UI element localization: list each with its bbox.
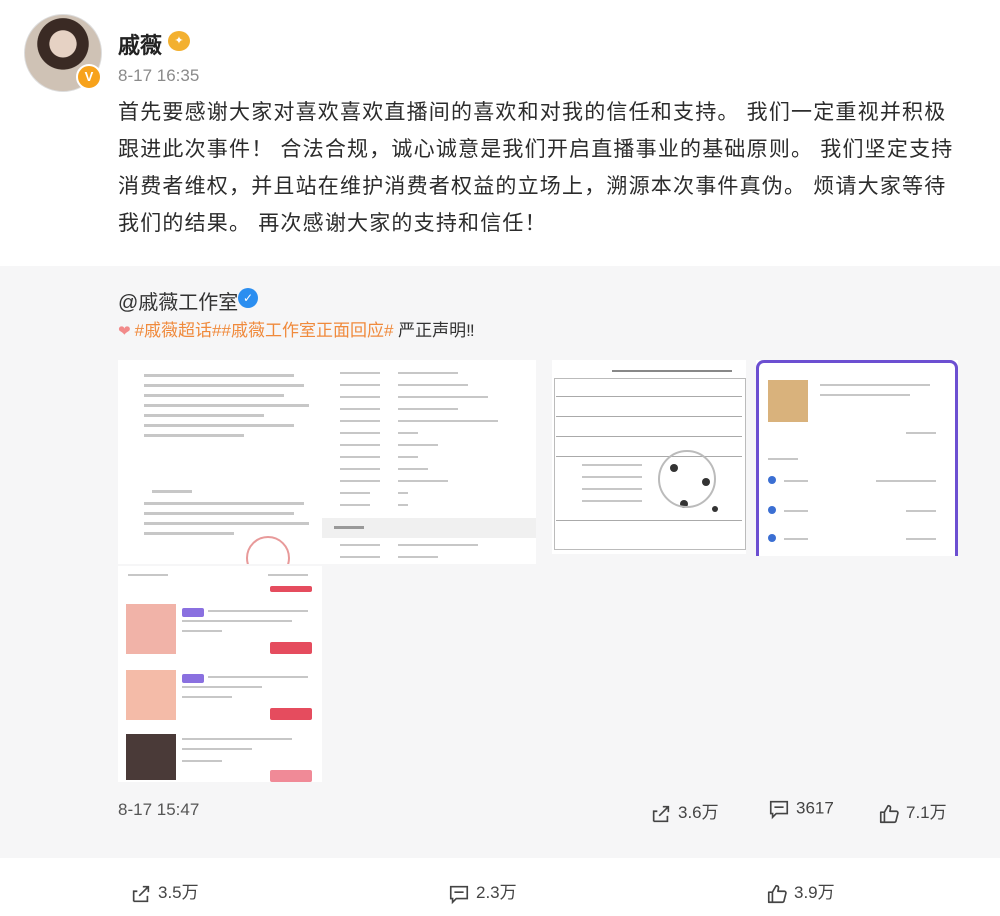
repost-time[interactable]: 8-17 15:47 [118,800,199,820]
share-icon [130,883,152,905]
repost-image-2[interactable] [322,360,536,564]
share-count: 3.5万 [158,883,199,902]
repost-text: ❤ #戚薇超话##戚薇工作室正面回应# 严正声明‼ [118,316,475,341]
repost-image-3[interactable] [552,360,746,554]
verified-icon: ✓ [238,288,258,308]
verified-badge-icon: V [76,64,102,90]
repost-card[interactable]: @戚薇工作室 ✓ ❤ #戚薇超话##戚薇工作室正面回应# 严正声明‼ 8-17 … [0,266,1000,858]
like-button[interactable]: 3.9万 [766,878,835,905]
share-button[interactable]: 3.5万 [130,878,199,905]
repost-share-count: 3.6万 [678,803,719,822]
topic-tag-1[interactable]: #戚薇超话# [135,321,222,340]
statement-text: 严正声明‼ [393,321,475,340]
comment-button[interactable]: 2.3万 [448,878,517,905]
topic-tag-2[interactable]: #戚薇工作室正面回应# [222,321,394,340]
share-icon [650,803,672,825]
post-text: 首先要感谢大家对喜欢喜欢直播间的喜欢和对我的信任和支持。 我们一定重视并积极跟进… [118,101,954,235]
comment-count: 2.3万 [476,883,517,902]
repost-comment-count: 3617 [796,798,834,818]
like-icon [878,803,900,825]
repost-image-1[interactable] [118,360,322,564]
repost-like-button[interactable]: 7.1万 [878,798,947,825]
repost-share-button[interactable]: 3.6万 [650,798,719,825]
comment-icon [448,883,470,905]
author-name[interactable]: 戚薇 [118,28,162,60]
heart-icon: ❤ [118,323,131,340]
repost-image-4[interactable] [756,360,958,556]
repost-author[interactable]: @戚薇工作室 [118,286,238,315]
like-count: 3.9万 [794,883,835,902]
member-badge-icon[interactable]: ✦ [168,31,190,51]
repost-comment-button[interactable]: 3617 [768,798,834,820]
action-bar: 3.5万 2.3万 3.9万 [0,858,1000,916]
post-time[interactable]: 8-17 16:35 [118,66,199,86]
avatar[interactable]: V [24,14,104,94]
weibo-post: V 戚薇 ✦ 8-17 16:35 首先要感谢大家对喜欢喜欢直播间的喜欢和对我的… [0,0,1000,916]
repost-image-5[interactable] [118,566,322,782]
comment-icon [768,798,790,820]
repost-like-count: 7.1万 [906,803,947,822]
like-icon [766,883,788,905]
